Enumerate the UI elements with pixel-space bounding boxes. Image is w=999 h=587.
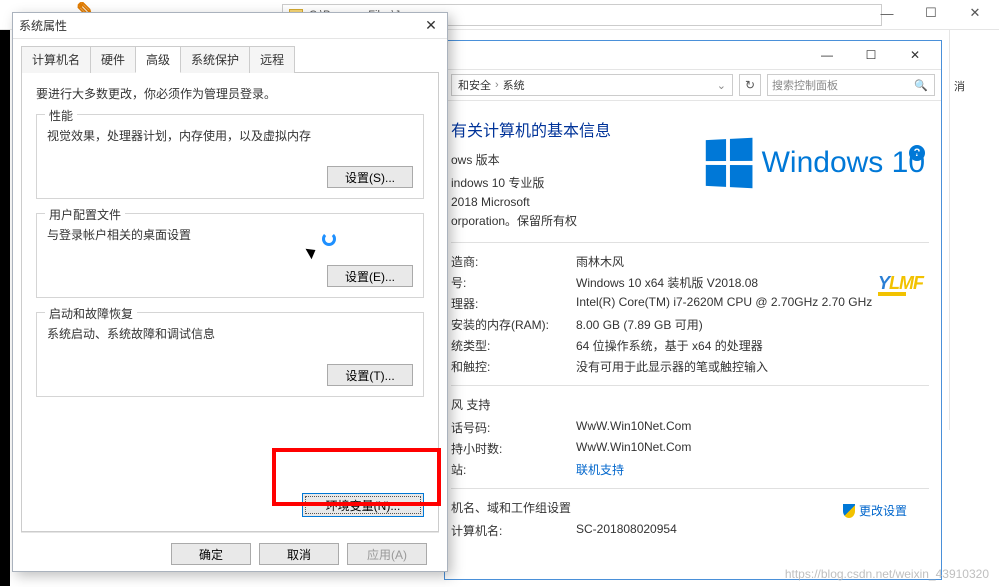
model-value: Windows 10 x64 装机版 V2018.08	[576, 274, 929, 291]
ram-value: 8.00 GB (7.89 GB 可用)	[576, 316, 929, 333]
user-profile-group: 用户配置文件 与登录帐户相关的桌面设置 设置(E)...	[36, 213, 424, 298]
tab-hardware[interactable]: 硬件	[90, 46, 136, 73]
ok-button[interactable]: 确定	[171, 543, 251, 565]
breadcrumb[interactable]: 和安全 › 系统 ⌄	[451, 74, 733, 96]
manufacturer-value: 雨林木风	[576, 253, 929, 270]
windows-icon	[705, 138, 752, 188]
system-specs-table: 造商: 雨林木风 号: Windows 10 x64 装机版 V2018.08 …	[451, 253, 929, 375]
ram-label: 安装的内存(RAM):	[451, 316, 576, 333]
explorer-window-controls: — ☐ ✕	[865, 0, 997, 26]
breadcrumb-seg2: 系统	[503, 77, 525, 93]
sysinfo-close-button[interactable]: ✕	[893, 42, 937, 68]
maximize-button[interactable]: ☐	[909, 0, 953, 26]
tab-remote[interactable]: 远程	[249, 46, 295, 73]
sysinfo-heading: 有关计算机的基本信息	[451, 117, 929, 141]
startup-recovery-settings-button[interactable]: 设置(T)...	[327, 364, 413, 386]
support-phone-value: WwW.Win10Net.Com	[576, 419, 929, 436]
sysprops-titlebar: 系统属性 ✕	[13, 13, 447, 39]
cancel-button[interactable]: 取消	[259, 543, 339, 565]
search-icon: 🔍	[914, 79, 928, 92]
performance-group: 性能 视觉效果，处理器计划，内存使用，以及虚拟内存 设置(S)...	[36, 114, 424, 199]
user-profile-legend: 用户配置文件	[45, 206, 125, 223]
sysprops-footer: 确定 取消 应用(A)	[21, 532, 439, 571]
watermark: https://blog.csdn.net/weixin_43910320	[785, 567, 989, 581]
breadcrumb-seg1: 和安全	[458, 77, 491, 93]
refresh-button[interactable]: ↻	[739, 74, 761, 96]
search-placeholder: 搜索控制面板	[772, 77, 838, 93]
windows10-logo-text: Windows 10	[762, 146, 925, 180]
user-profile-desc: 与登录帐户相关的桌面设置	[47, 226, 413, 243]
pen-touch-value: 没有可用于此显示器的笔或触控输入	[576, 358, 929, 375]
chevron-right-icon: ›	[495, 79, 499, 91]
change-settings-text: 更改设置	[859, 502, 907, 519]
close-button[interactable]: ✕	[953, 0, 997, 26]
support-hours-label: 持小时数:	[451, 440, 576, 457]
ylmf-logo: YLMF	[878, 273, 923, 294]
computer-name-value: SC-201808020954	[576, 522, 929, 539]
performance-legend: 性能	[45, 107, 77, 124]
startup-recovery-group: 启动和故障恢复 系统启动、系统故障和调试信息 设置(T)...	[36, 312, 424, 397]
system-info-window: — ☐ ✕ 和安全 › 系统 ⌄ ↻ 搜索控制面板 🔍 ? 有关计算机的基本信息…	[444, 40, 942, 580]
sysprops-close-button[interactable]: ✕	[421, 17, 441, 35]
processor-label: 理器:	[451, 295, 576, 312]
system-type-value: 64 位操作系统，基于 x64 的处理器	[576, 337, 929, 354]
support-site-label: 站:	[451, 461, 576, 478]
startup-recovery-desc: 系统启动、系统故障和调试信息	[47, 325, 413, 342]
sysprops-title: 系统属性	[19, 17, 421, 34]
pen-touch-label: 和触控:	[451, 358, 576, 375]
copyright-line-1: 2018 Microsoft	[451, 193, 929, 212]
minimize-button[interactable]: —	[865, 0, 909, 26]
control-panel-search-input[interactable]: 搜索控制面板 🔍	[767, 74, 935, 96]
support-header: 风 支持	[451, 396, 929, 413]
tab-system-protection[interactable]: 系统保护	[180, 46, 250, 73]
computer-name-label: 计算机名:	[451, 522, 576, 539]
advanced-tab-panel: 要进行大多数更改，你必须作为管理员登录。 性能 视觉效果，处理器计划，内存使用，…	[21, 72, 439, 532]
right-panel-sliver: 消	[949, 30, 999, 430]
tab-advanced[interactable]: 高级	[135, 46, 181, 73]
sysprops-tabs: 计算机名 硬件 高级 系统保护 远程	[21, 45, 439, 72]
tab-computer-name[interactable]: 计算机名	[21, 46, 91, 73]
system-properties-dialog: 系统属性 ✕ 计算机名 硬件 高级 系统保护 远程 要进行大多数更改，你必须作为…	[12, 12, 448, 572]
support-site-link[interactable]: 联机支持	[576, 463, 624, 477]
environment-variables-button[interactable]: 环境变量(N)...	[302, 493, 424, 517]
change-settings-link[interactable]: 更改设置	[843, 502, 907, 519]
sliver-text: 消	[954, 78, 965, 94]
apply-button: 应用(A)	[347, 543, 427, 565]
manufacturer-label: 造商:	[451, 253, 576, 270]
startup-recovery-legend: 启动和故障恢复	[45, 305, 137, 322]
background-left-strip	[0, 30, 10, 586]
environment-variables-row: 环境变量(N)...	[36, 485, 424, 521]
system-type-label: 统类型:	[451, 337, 576, 354]
sysinfo-maximize-button[interactable]: ☐	[849, 42, 893, 68]
computer-name-table: 计算机名: SC-201808020954	[451, 522, 929, 539]
sysinfo-titlebar: — ☐ ✕	[445, 41, 941, 69]
support-hours-value: WwW.Win10Net.Com	[576, 440, 929, 457]
windows10-logo: Windows 10	[704, 139, 925, 187]
processor-value: Intel(R) Core(TM) i7-2620M CPU @ 2.70GHz…	[576, 295, 929, 312]
support-table: 话号码: WwW.Win10Net.Com 持小时数: WwW.Win10Net…	[451, 419, 929, 478]
sysinfo-minimize-button[interactable]: —	[805, 42, 849, 68]
shield-icon	[843, 504, 855, 518]
chevron-down-icon[interactable]: ⌄	[717, 79, 726, 92]
admin-note: 要进行大多数更改，你必须作为管理员登录。	[36, 85, 424, 102]
model-label: 号:	[451, 274, 576, 291]
user-profile-settings-button[interactable]: 设置(E)...	[327, 265, 413, 287]
copyright-line-2: orporation。保留所有权	[451, 212, 929, 231]
support-phone-label: 话号码:	[451, 419, 576, 436]
performance-desc: 视觉效果，处理器计划，内存使用，以及虚拟内存	[47, 127, 413, 144]
performance-settings-button[interactable]: 设置(S)...	[327, 166, 413, 188]
sysinfo-address-row: 和安全 › 系统 ⌄ ↻ 搜索控制面板 🔍	[445, 69, 941, 101]
